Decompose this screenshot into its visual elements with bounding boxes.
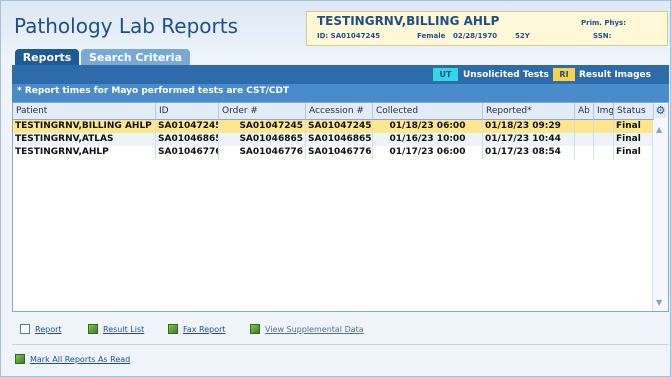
patient-id: ID: SA01047245 (317, 32, 381, 40)
cell-order: SA01046865 (219, 133, 306, 146)
mark-all-read-label: Mark All Reports As Read (30, 354, 131, 364)
result-images-chip: RI (553, 68, 575, 81)
cell-patient: TESTINGRNV,AHLP (13, 146, 156, 159)
patient-name: TESTINGRNV,BILLING AHLP (317, 14, 500, 28)
cell-status: Final (614, 146, 654, 159)
list-icon (88, 324, 98, 334)
fax-report-link[interactable]: Fax Report (168, 322, 226, 336)
mark-read-icon (15, 354, 25, 364)
cell-id: SA01046776 (158, 146, 219, 159)
cell-abnormal (575, 146, 594, 159)
cell-order: SA01046776 (219, 146, 306, 159)
reports-table: Patient ID Order # Accession # Collected… (12, 102, 669, 312)
col-header-image[interactable]: Img (594, 103, 614, 120)
result-list-link[interactable]: Result List (88, 322, 144, 336)
cell-image (594, 146, 614, 159)
cell-id: SA01046865 (158, 133, 219, 146)
report-link-label: Report (35, 324, 62, 334)
supplemental-data-icon (250, 324, 260, 334)
table-row[interactable]: TESTINGRNV,ATLAS SA01046865 SA01046865 S… (13, 133, 654, 146)
cell-accession: SA01046776 (308, 146, 373, 159)
timezone-note-bar: * Report times for Mayo performed tests … (12, 84, 669, 102)
tab-search-criteria[interactable]: Search Criteria (81, 49, 190, 66)
col-header-accession[interactable]: Accession # (306, 103, 373, 120)
mark-read-bar: Mark All Reports As Read (12, 345, 669, 375)
cell-collected: 01/16/23 10:00 (373, 133, 483, 146)
cell-status: Final (614, 133, 654, 146)
scroll-up-icon[interactable]: ▲ (656, 125, 662, 134)
col-header-order[interactable]: Order # (219, 103, 306, 120)
col-header-reported[interactable]: Reported* (483, 103, 575, 120)
result-images-label: Result Images (579, 69, 652, 80)
tab-reports[interactable]: Reports (15, 49, 79, 66)
document-icon (20, 324, 30, 334)
ssn-label: SSN: (593, 32, 612, 40)
cell-collected: 01/17/23 06:00 (373, 146, 483, 159)
cell-abnormal (575, 120, 594, 133)
col-header-status[interactable]: Status (614, 103, 654, 120)
cell-accession: SA01047245 (308, 120, 373, 133)
report-link[interactable]: Report (20, 322, 62, 336)
cell-patient: TESTINGRNV,ATLAS (13, 133, 156, 146)
cell-order: SA01047245 (219, 120, 306, 133)
col-header-abnormal[interactable]: Ab (575, 103, 594, 120)
cell-image (594, 120, 614, 133)
col-header-id[interactable]: ID (156, 103, 219, 120)
patient-age: 52Y (515, 32, 530, 40)
unsolicited-tests-label: Unsolicited Tests (463, 69, 549, 80)
cell-reported: 01/17/23 08:54 (483, 146, 575, 159)
cell-status: Final (614, 120, 654, 133)
patient-sex: Female (417, 32, 446, 40)
cell-collected: 01/18/23 06:00 (373, 120, 483, 133)
col-header-collected[interactable]: Collected (373, 103, 483, 120)
patient-banner: TESTINGRNV,BILLING AHLP ID: SA01047245 F… (306, 11, 668, 46)
page-title: Pathology Lab Reports (14, 14, 239, 38)
result-list-label: Result List (103, 324, 145, 334)
cell-accession: SA01046865 (308, 133, 373, 146)
col-header-patient[interactable]: Patient (13, 103, 156, 120)
timezone-note: * Report times for Mayo performed tests … (17, 86, 290, 96)
scroll-down-icon[interactable]: ▼ (656, 298, 662, 307)
vertical-scrollbar[interactable]: ▲ ▼ (652, 120, 668, 311)
column-settings-icon[interactable]: ⚙ (654, 104, 667, 118)
report-actions-bar: Report Result List Fax Report View Suppl… (12, 313, 669, 345)
mark-all-read-link[interactable]: Mark All Reports As Read (15, 352, 130, 366)
view-supplemental-data-link[interactable]: View Supplemental Data (250, 322, 364, 336)
table-row[interactable]: TESTINGRNV,AHLP SA01046776 SA01046776 SA… (13, 146, 654, 159)
unsolicited-tests-chip: UT (433, 68, 458, 81)
tab-bar: Reports Search Criteria (12, 46, 667, 66)
legend-bar: UT Unsolicited Tests RI Result Images (12, 65, 669, 84)
cell-reported: 01/17/23 10:44 (483, 133, 575, 146)
cell-reported: 01/18/23 09:29 (483, 120, 575, 133)
fax-icon (168, 324, 178, 334)
primary-physician-label: Prim. Phys: (581, 19, 627, 27)
cell-patient: TESTINGRNV,BILLING AHLP (13, 120, 156, 133)
cell-image (594, 133, 614, 146)
cell-id: SA01047245 (158, 120, 219, 133)
fax-report-label: Fax Report (183, 324, 226, 334)
view-supplemental-data-label: View Supplemental Data (265, 324, 364, 334)
table-row[interactable]: TESTINGRNV,BILLING AHLP SA01047245 SA010… (13, 120, 654, 133)
cell-abnormal (575, 133, 594, 146)
patient-dob: 02/28/1970 (453, 32, 498, 40)
